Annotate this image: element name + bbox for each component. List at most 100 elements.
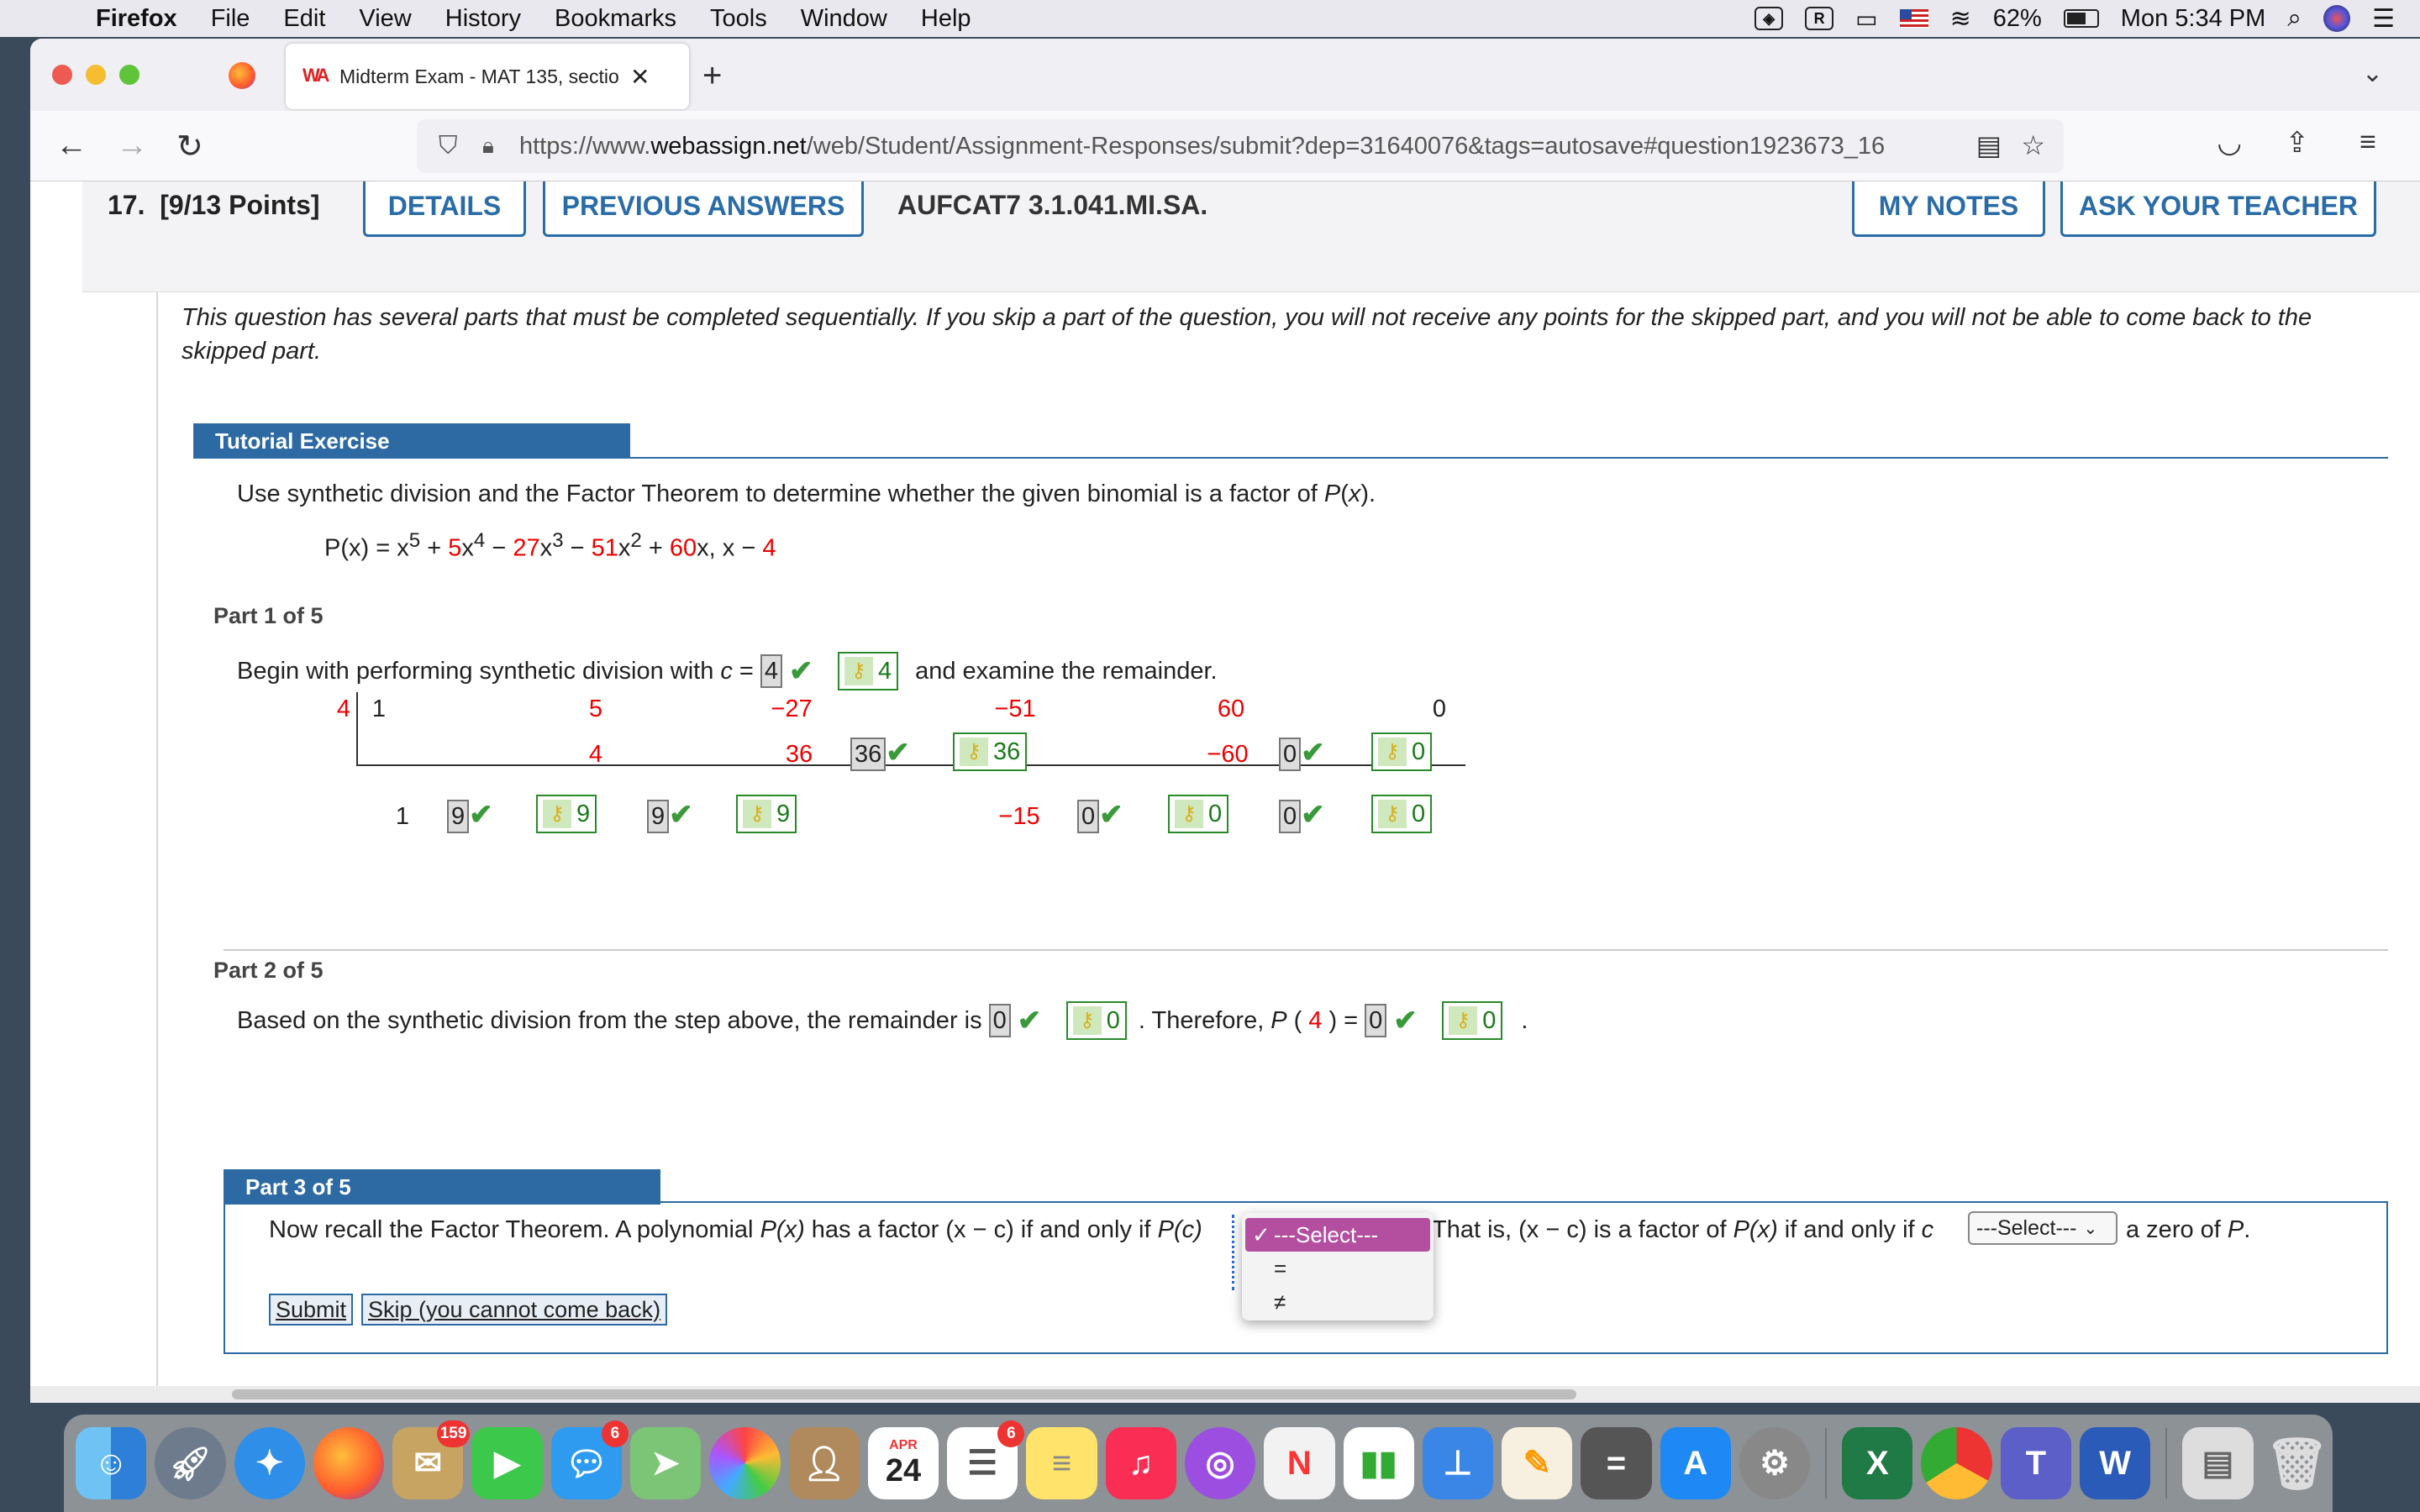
- dock-separator: [1825, 1428, 1828, 1499]
- downloads-stack-icon[interactable]: ▤: [2182, 1427, 2254, 1499]
- safari-icon[interactable]: ✦: [234, 1427, 305, 1499]
- firefox-window: WA Midterm Exam - MAT 135, sectio ✕ + ⌄ …: [30, 39, 2420, 1403]
- bookmark-star-icon[interactable]: ☆: [2021, 129, 2045, 161]
- spotlight-search-icon[interactable]: ⌕: [2287, 4, 2302, 33]
- lock-icon[interactable]: 🔒︎: [482, 133, 508, 160]
- back-arrow-icon[interactable]: ←: [55, 128, 87, 164]
- contacts-icon[interactable]: 👤︎: [788, 1427, 860, 1499]
- launchpad-icon[interactable]: 🚀︎: [155, 1427, 226, 1499]
- facetime-icon[interactable]: ▶: [471, 1427, 543, 1499]
- wifi-icon[interactable]: ≋: [1950, 4, 1971, 34]
- sd-row2-answer: 36 ✔: [850, 736, 934, 771]
- mail-icon[interactable]: ✉ 159: [392, 1420, 471, 1499]
- address-bar[interactable]: ⛉ 🔒︎ https://www.webassign.net/web/Stude…: [417, 119, 2064, 173]
- app-store-icon[interactable]: A: [1660, 1427, 1731, 1499]
- pocket-icon[interactable]: ◡: [2217, 126, 2242, 160]
- battery-icon[interactable]: [2063, 9, 2099, 28]
- podcasts-icon[interactable]: ◎: [1184, 1427, 1256, 1499]
- sd-row1-coef: −51: [994, 696, 1036, 722]
- answer-key-icon: ⚷: [1378, 738, 1407, 766]
- zoom-window-button[interactable]: [119, 65, 139, 85]
- menu-bookmarks[interactable]: Bookmarks: [555, 5, 676, 33]
- firefox-icon[interactable]: [313, 1427, 385, 1499]
- close-tab-icon[interactable]: ✕: [630, 63, 650, 91]
- system-preferences-icon[interactable]: ⚙: [1739, 1427, 1811, 1499]
- rx-icon[interactable]: R: [1805, 7, 1834, 30]
- macos-dock: ☺ 🚀︎ ✦ ✉ 159 ▶ 💬︎ 6 ➤ 👤︎ APR 24 ☰ 6 ≡ ♫ ◎ N …: [64, 1415, 2333, 1512]
- menu-edit[interactable]: Edit: [283, 5, 325, 33]
- correct-check-icon: ✔: [1393, 1005, 1418, 1037]
- new-tab-icon[interactable]: +: [702, 57, 722, 95]
- tab-title: Midterm Exam - MAT 135, sectio: [339, 65, 619, 87]
- list-tabs-chevron-icon[interactable]: ⌄: [2362, 59, 2383, 88]
- messages-icon[interactable]: 💬︎ 6: [550, 1420, 629, 1499]
- sd-row3-value: 1: [395, 803, 410, 830]
- menu-window[interactable]: Window: [801, 5, 887, 33]
- numbers-icon[interactable]: ▮▮: [1343, 1427, 1414, 1499]
- details-button[interactable]: DETAILS: [363, 181, 526, 237]
- forward-arrow-icon[interactable]: →: [116, 128, 148, 164]
- my-notes-button[interactable]: MY NOTES: [1852, 181, 2045, 237]
- chrome-icon[interactable]: [1921, 1427, 1992, 1499]
- news-icon[interactable]: N: [1264, 1427, 1335, 1499]
- dock-separator: [2165, 1428, 2168, 1499]
- dropdown-option-not-equals[interactable]: ≠: [1242, 1285, 1434, 1319]
- reminders-icon[interactable]: ☰ 6: [947, 1420, 1025, 1499]
- part-1-label: Part 1 of 5: [213, 603, 324, 628]
- menu-app-name[interactable]: Firefox: [96, 5, 177, 33]
- calculator-icon[interactable]: =: [1581, 1427, 1652, 1499]
- app-menu-icon[interactable]: ≡: [2360, 126, 2376, 159]
- tab-midterm-exam[interactable]: WA Midterm Exam - MAT 135, sectio ✕: [286, 44, 689, 109]
- menu-file[interactable]: File: [211, 5, 250, 33]
- part-3-statement-end: a zero of P.: [2126, 1216, 2251, 1243]
- correct-check-icon: ✔: [1099, 799, 1123, 831]
- correct-check-icon: ✔: [469, 799, 493, 831]
- correct-check-icon: ✔: [1301, 799, 1325, 831]
- finder-icon[interactable]: ☺: [76, 1427, 147, 1499]
- vpn-shield-icon[interactable]: ◈: [1754, 7, 1784, 30]
- previous-answers-button[interactable]: PREVIOUS ANSWERS: [543, 181, 864, 237]
- tracking-protection-shield-icon[interactable]: ⛉: [439, 132, 464, 160]
- excel-icon[interactable]: X: [1842, 1427, 1913, 1499]
- chevron-down-icon: ⌄: [2083, 1219, 2098, 1238]
- siri-icon[interactable]: [2323, 5, 2351, 32]
- minimize-window-button[interactable]: [86, 65, 106, 85]
- us-flag-icon[interactable]: [1899, 9, 1928, 28]
- url-text[interactable]: https://www.webassign.net/web/Student/As…: [519, 133, 1885, 160]
- dropdown-option-equals[interactable]: =: [1242, 1252, 1434, 1285]
- keynote-icon[interactable]: ⊥: [1422, 1427, 1494, 1499]
- sd-row2-value: 36: [785, 741, 813, 768]
- word-icon[interactable]: W: [2079, 1427, 2151, 1499]
- ask-your-teacher-button[interactable]: ASK YOUR TEACHER: [2060, 181, 2376, 237]
- pages-icon[interactable]: ✎: [1502, 1427, 1573, 1499]
- teams-icon[interactable]: T: [2000, 1427, 2071, 1499]
- airplay-icon[interactable]: ▭: [1855, 5, 1877, 33]
- reader-view-icon[interactable]: ▤: [1976, 129, 2002, 161]
- notes-icon[interactable]: ≡: [1026, 1427, 1097, 1499]
- firefox-view-icon[interactable]: [229, 62, 255, 89]
- menu-history[interactable]: History: [445, 5, 521, 33]
- dropdown-option-select[interactable]: ✓ ---Select---: [1245, 1218, 1430, 1252]
- submit-button[interactable]: Submit: [269, 1294, 354, 1326]
- sd-row2-value: −60: [1207, 741, 1249, 768]
- scrollbar-thumb[interactable]: [232, 1389, 1576, 1399]
- skip-button[interactable]: Skip (you cannot come back): [361, 1294, 668, 1326]
- horizontal-scrollbar[interactable]: [30, 1386, 2420, 1403]
- condition-select-dropdown[interactable]: ✓ ---Select--- = ≠: [1242, 1213, 1434, 1320]
- part-3-statement-right: That is, (x − c) is a factor of P(x) if …: [1432, 1216, 1934, 1243]
- photos-icon[interactable]: [709, 1427, 781, 1499]
- control-center-icon[interactable]: ☰: [2372, 4, 2395, 34]
- sd-row3-key: ⚷ 0: [1371, 795, 1433, 833]
- close-window-button[interactable]: [52, 65, 72, 85]
- maps-icon[interactable]: ➤: [629, 1427, 702, 1499]
- zero-relation-select[interactable]: ---Select--- ⌄: [1968, 1211, 2118, 1245]
- calendar-icon[interactable]: APR 24: [867, 1427, 939, 1499]
- menu-view[interactable]: View: [359, 5, 411, 33]
- trash-icon[interactable]: 🗑︎: [2262, 1427, 2333, 1499]
- menu-help[interactable]: Help: [921, 5, 971, 33]
- reload-icon[interactable]: ↻: [176, 128, 203, 165]
- clock[interactable]: Mon 5:34 PM: [2121, 5, 2265, 33]
- music-icon[interactable]: ♫: [1105, 1427, 1176, 1499]
- share-icon[interactable]: ⇪: [2286, 126, 2310, 160]
- menu-tools[interactable]: Tools: [710, 5, 767, 33]
